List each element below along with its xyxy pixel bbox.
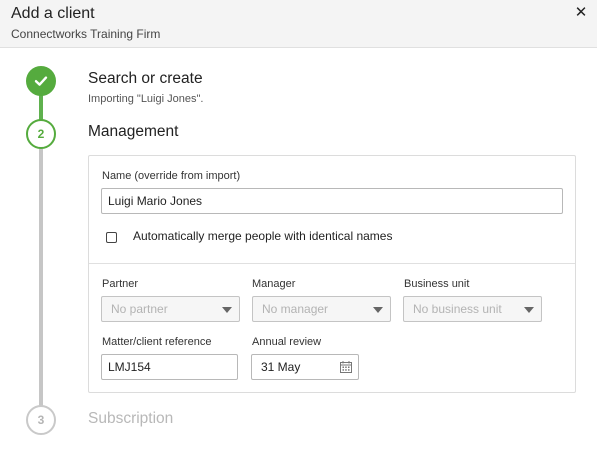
dialog-title: Add a client (11, 5, 95, 22)
step-1-subtitle: Importing "Luigi Jones". (88, 93, 204, 105)
reference-label: Matter/client reference (102, 336, 212, 348)
step-3-indicator: 3 (26, 405, 56, 435)
step-2-title: Management (88, 123, 179, 140)
business-unit-label: Business unit (404, 278, 470, 290)
manager-select[interactable]: No manager (252, 296, 391, 322)
panel-divider (89, 263, 575, 264)
close-icon[interactable]: ✕ (574, 5, 588, 20)
check-icon (34, 76, 48, 86)
calendar-icon[interactable] (340, 361, 352, 373)
name-field[interactable]: Luigi Mario Jones (101, 188, 563, 214)
step-1-indicator (26, 66, 56, 96)
chevron-down-icon (222, 307, 232, 313)
partner-select-value: No partner (111, 302, 168, 316)
manager-label: Manager (252, 278, 296, 290)
merge-checkbox-label[interactable]: Automatically merge people with identica… (133, 229, 392, 243)
step-3-title: Subscription (88, 410, 174, 427)
annual-review-value: 31 May (261, 360, 301, 374)
annual-review-field[interactable]: 31 May (251, 354, 359, 380)
reference-field[interactable]: LMJ154 (101, 354, 238, 380)
partner-select[interactable]: No partner (101, 296, 240, 322)
management-panel: Name (override from import) Luigi Mario … (88, 155, 576, 393)
name-label: Name (override from import) (102, 170, 241, 182)
stepper-rail-progress (39, 94, 43, 122)
chevron-down-icon (524, 307, 534, 313)
step-2-indicator: 2 (26, 119, 56, 149)
business-unit-select-value: No business unit (413, 302, 502, 316)
dialog-header: Add a client Connectworks Training Firm … (0, 0, 597, 48)
business-unit-select[interactable]: No business unit (403, 296, 542, 322)
dialog-subtitle: Connectworks Training Firm (11, 27, 161, 41)
manager-select-value: No manager (262, 302, 329, 316)
merge-checkbox[interactable] (106, 232, 117, 243)
chevron-down-icon (373, 307, 383, 313)
annual-review-label: Annual review (252, 336, 322, 348)
partner-label: Partner (102, 278, 139, 290)
step-1-title[interactable]: Search or create (88, 70, 203, 88)
